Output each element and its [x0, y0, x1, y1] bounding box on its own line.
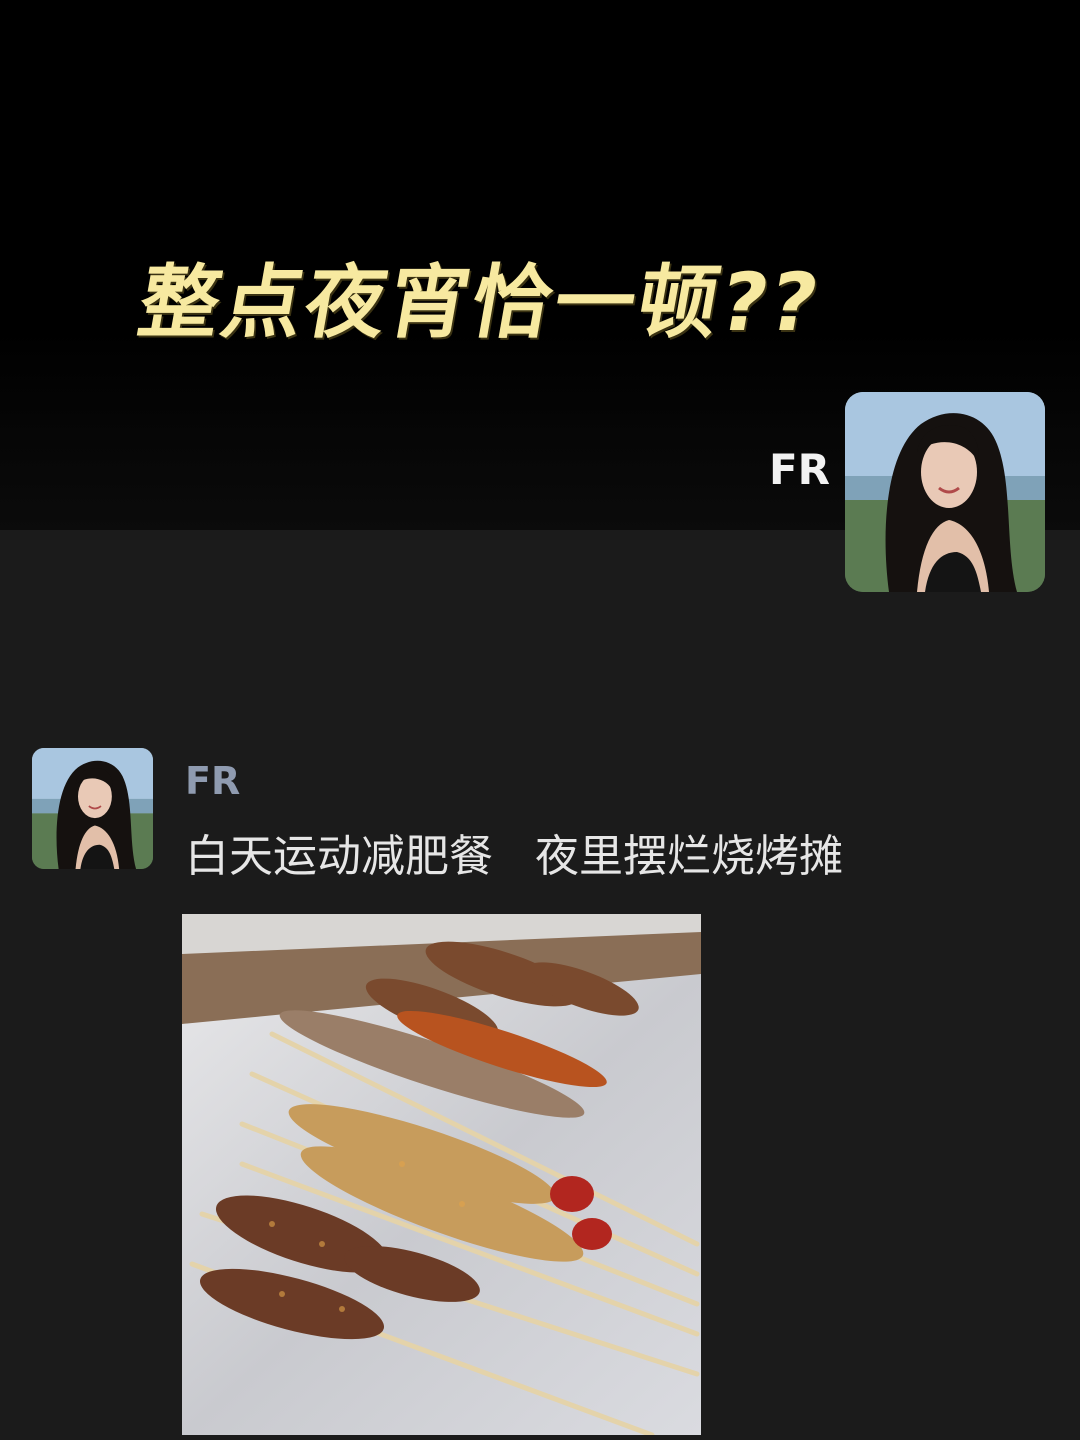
profile-photo-icon — [32, 748, 153, 869]
sender-avatar[interactable] — [32, 748, 153, 869]
bbq-skewers-photo — [182, 914, 701, 1435]
self-avatar[interactable] — [845, 392, 1045, 592]
headline-title: 整点夜宵恰一顿?? — [131, 256, 829, 349]
sender-name: FR — [185, 759, 241, 803]
self-user-name: FR — [768, 445, 830, 494]
message-photo[interactable] — [182, 914, 701, 1435]
profile-photo-icon — [845, 392, 1045, 592]
message-text: 白天运动减肥餐 夜里摆烂烧烤摊 — [185, 831, 843, 882]
